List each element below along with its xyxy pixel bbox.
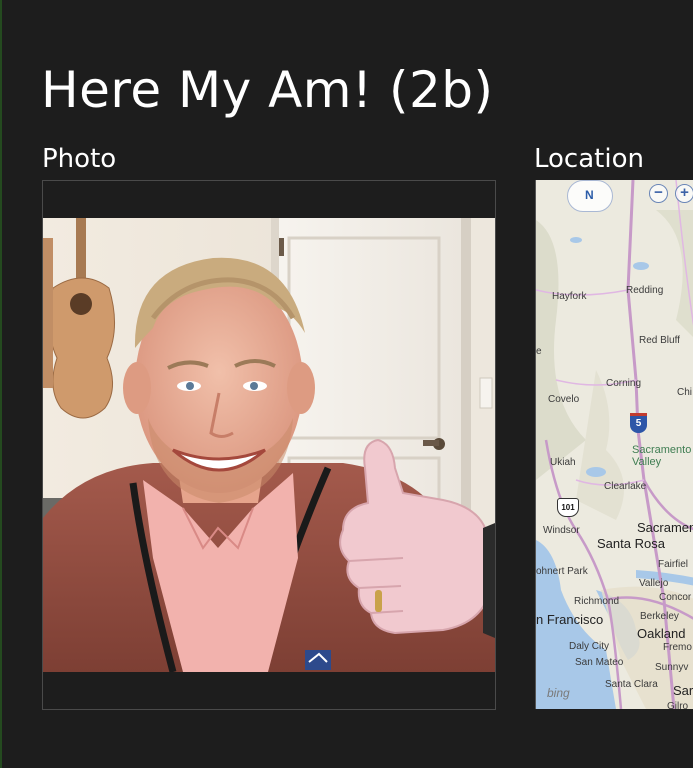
map-place-label: Hayfork	[552, 291, 587, 302]
map-place-label: Berkeley	[640, 611, 679, 622]
bing-logo: bing	[547, 686, 570, 700]
map-place-label: Sunnyv	[655, 662, 689, 673]
map-compass[interactable]: N	[567, 180, 613, 212]
map-place-label: Vallejo	[639, 578, 669, 589]
map-place-label: Concor	[659, 592, 692, 603]
map-place-label: Fremo	[663, 642, 692, 653]
map-place-label: Sacrament	[637, 520, 693, 535]
map-place-label: Santa Rosa	[597, 536, 665, 551]
interstate-5-shield: 5	[630, 413, 647, 433]
map-place-label: Covelo	[548, 394, 580, 405]
map-place-label: Fairfiel	[658, 559, 689, 570]
zoom-in-button[interactable]: +	[675, 184, 693, 203]
captured-photo	[43, 218, 495, 672]
map-place-label: Clearlake	[604, 481, 647, 492]
map-region-label: Sacramento Valley	[632, 444, 692, 468]
highway-101-shield: 101	[557, 498, 579, 517]
map-place-label: n Francisco	[536, 612, 604, 627]
map-place-label: Red Bluff	[639, 335, 680, 346]
map-place-label: Gilro	[667, 701, 689, 709]
location-map[interactable]: N − + 5 101 Hayfork Redding Red Bluff Co…	[535, 180, 693, 709]
page-title: Here My Am! (2b)	[41, 61, 494, 119]
map-place-label: Daly City	[569, 641, 610, 652]
map-place-label: Corning	[606, 378, 642, 389]
photo-frame[interactable]	[42, 180, 496, 710]
map-place-label: Chi	[677, 387, 693, 398]
map-place-label: Richmond	[574, 596, 620, 607]
map-place-label: Sar	[673, 683, 693, 698]
map-place-label: ohnert Park	[536, 566, 588, 577]
map-place-label: Santa Clara	[605, 679, 658, 690]
compass-north-label: N	[585, 188, 594, 202]
zoom-out-button[interactable]: −	[649, 184, 668, 203]
map-place-label: Redding	[626, 285, 664, 296]
window-edge	[0, 0, 2, 768]
map-place-label: San Mateo	[575, 657, 624, 668]
location-section-label: Location	[534, 144, 644, 174]
map-place-label: Windsor	[543, 525, 580, 536]
map-place-label: e	[536, 346, 542, 357]
photo-section-label: Photo	[42, 144, 117, 174]
map-place-label: Oakland	[637, 626, 686, 641]
map-place-label: Ukiah	[550, 457, 576, 468]
